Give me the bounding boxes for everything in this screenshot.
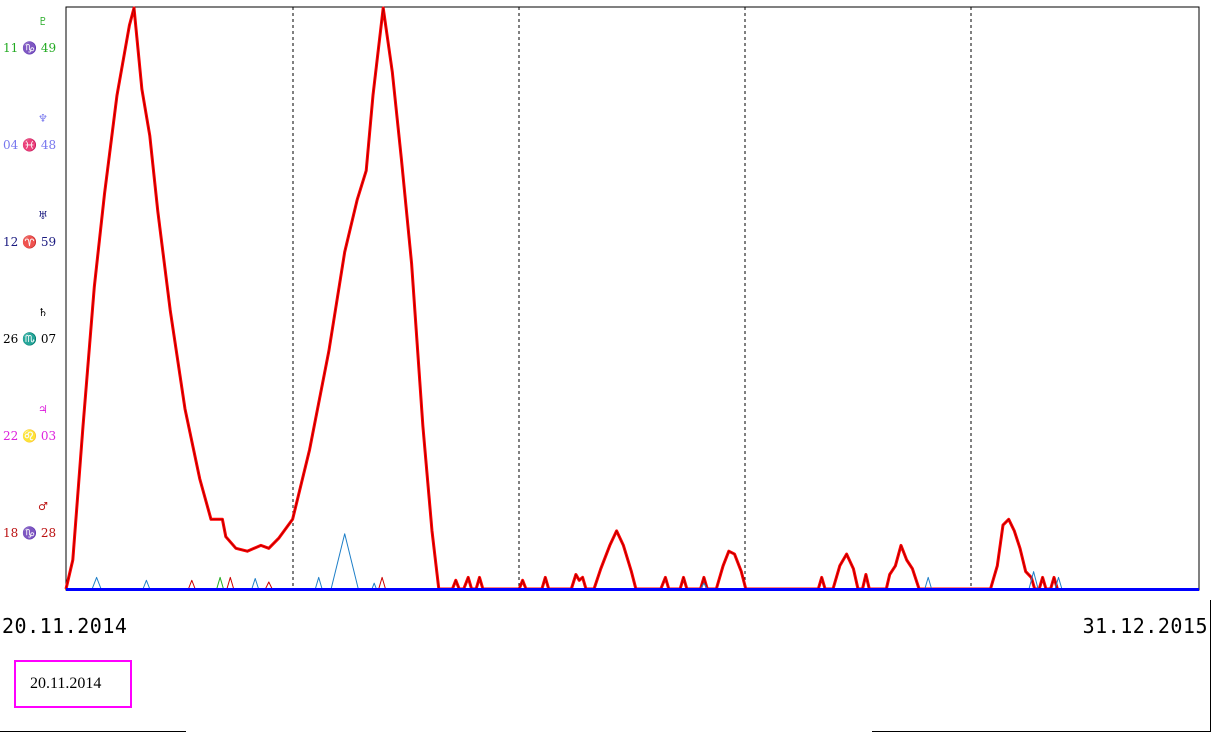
planet-position-label: 12 ♈ 59	[3, 235, 57, 249]
series-layer	[64, 6, 1063, 591]
current-date-value: 20.11.2014	[30, 675, 102, 692]
planet-glyph-icon: ♅	[38, 209, 48, 222]
series-line-1-inner	[65, 7, 1058, 590]
series-line-4	[216, 576, 224, 590]
planet-glyph-icon: ♃	[38, 403, 48, 416]
series-line-1	[64, 6, 1059, 591]
planet-glyph-icon: ♇	[38, 15, 48, 28]
right-rule	[1210, 600, 1211, 732]
planet-position-label: 04 ♓ 48	[3, 138, 57, 152]
planet-glyph-icon: ♄	[38, 306, 48, 319]
planet-position-label: 26 ♏ 07	[3, 332, 57, 346]
planet-glyph-icon: ♆	[38, 112, 48, 125]
bottom-rule-right	[872, 731, 1210, 732]
plot-border	[65, 6, 1200, 591]
x-end-date-label: 31.12.2015	[1082, 614, 1208, 638]
planet-position-label: 22 ♌ 03	[3, 429, 57, 443]
bottom-rule-left	[0, 731, 186, 732]
x-start-date-label: 20.11.2014	[2, 614, 128, 638]
planet-position-label: 18 ♑ 28	[3, 526, 57, 540]
planet-position-label: 11 ♑ 49	[3, 41, 57, 55]
planet-glyph-icon: ♂	[38, 500, 48, 513]
chart-area	[64, 6, 1200, 591]
current-date-box[interactable]: 20.11.2014	[14, 660, 132, 708]
